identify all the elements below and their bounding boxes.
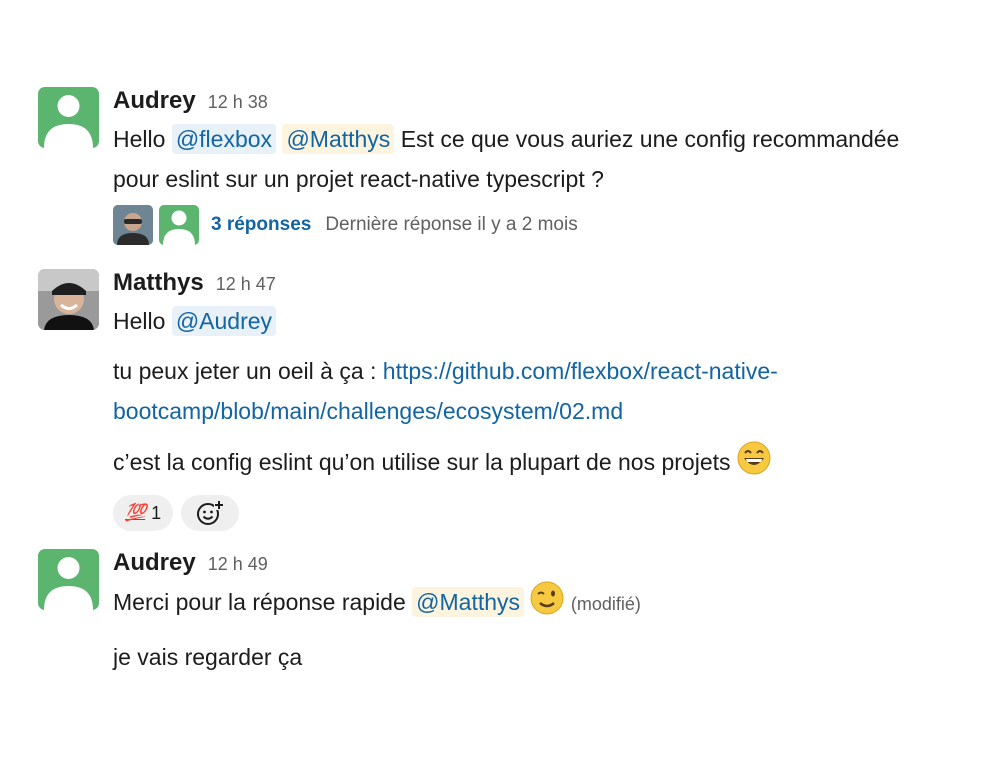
reply-avatar-audrey <box>159 205 199 245</box>
avatar[interactable] <box>38 269 99 330</box>
thread-replies-link[interactable]: 3 réponses <box>211 214 311 236</box>
thread-last-reply: Dernière réponse il y a 2 mois <box>325 214 578 235</box>
text-fragment: tu peux jeter un oeil à ça : <box>113 358 383 384</box>
message-body: Matthys 12 h 47 Hello @Audrey tu peux je… <box>113 269 978 531</box>
avatar[interactable] <box>38 549 99 610</box>
message-body: Audrey 12 h 49 Merci pour la réponse rap… <box>113 549 978 677</box>
text-fragment: Hello <box>113 308 172 334</box>
text-fragment: c’est la config eslint qu’on utilise sur… <box>113 449 731 476</box>
message-text-line: pour eslint sur un projet react-native t… <box>113 166 604 192</box>
message-text-line: Hello @flexbox @Matthys Est ce que vous … <box>113 119 978 159</box>
timestamp[interactable]: 12 h 49 <box>208 554 268 575</box>
author-name[interactable]: Audrey <box>113 87 196 115</box>
message-text-line: bootcamp/blob/main/challenges/ecosystem/… <box>113 391 978 431</box>
grinning-emoji-icon <box>737 441 771 487</box>
text-fragment: Hello <box>113 126 172 152</box>
message-text-line: je vais regarder ça <box>113 644 303 670</box>
author-name[interactable]: Audrey <box>113 549 196 577</box>
github-link[interactable]: https://github.com/flexbox/react-native- <box>383 358 778 384</box>
avatar[interactable] <box>38 87 99 148</box>
message-header: Matthys 12 h 47 <box>113 269 978 297</box>
mention-matthys[interactable]: @Matthys <box>282 124 395 154</box>
mention-matthys[interactable]: @Matthys <box>412 587 525 618</box>
mention-audrey[interactable]: @Audrey <box>171 306 277 336</box>
reaction-hundred-points[interactable]: 💯 1 <box>113 495 174 531</box>
message-header: Audrey 12 h 38 <box>113 87 978 115</box>
message-text-line: Hello @Audrey <box>113 301 978 341</box>
person-photo-icon <box>38 269 99 330</box>
default-avatar-icon <box>44 95 93 148</box>
text-fragment: Est ce que vous auriez une config recomm… <box>394 126 900 152</box>
mention-flexbox[interactable]: @flexbox <box>171 124 277 154</box>
hundred-points-emoji-icon: 💯 <box>125 503 146 523</box>
text-fragment: Merci pour la réponse rapide <box>113 589 413 616</box>
default-avatar-icon <box>44 557 93 610</box>
person-photo-icon <box>113 205 153 245</box>
thread-summary[interactable]: 3 réponses Dernière réponse il y a 2 moi… <box>113 203 978 247</box>
timestamp[interactable]: 12 h 38 <box>208 92 268 113</box>
message-body: Audrey 12 h 38 Hello @flexbox @Matthys E… <box>113 87 978 247</box>
default-avatar-icon <box>163 210 195 245</box>
reactions-bar: 💯 1 <box>113 495 978 531</box>
message-text-line: c’est la config eslint qu’on utilise sur… <box>113 441 978 487</box>
timestamp[interactable]: 12 h 47 <box>216 274 276 295</box>
github-link-continued[interactable]: bootcamp/blob/main/challenges/ecosystem/… <box>113 398 623 424</box>
message-header: Audrey 12 h 49 <box>113 549 978 577</box>
reaction-count: 1 <box>151 502 162 523</box>
author-name[interactable]: Matthys <box>113 269 204 297</box>
add-reaction-icon <box>197 500 225 525</box>
winking-emoji-icon <box>530 581 564 627</box>
add-reaction-button[interactable] <box>181 495 240 531</box>
reply-avatar-matthys <box>113 205 153 245</box>
message-text-line: tu peux jeter un oeil à ça : https://git… <box>113 351 978 391</box>
edited-indicator: (modifié) <box>570 594 641 615</box>
message-text-line: Merci pour la réponse rapide @Matthys (m… <box>113 581 978 627</box>
